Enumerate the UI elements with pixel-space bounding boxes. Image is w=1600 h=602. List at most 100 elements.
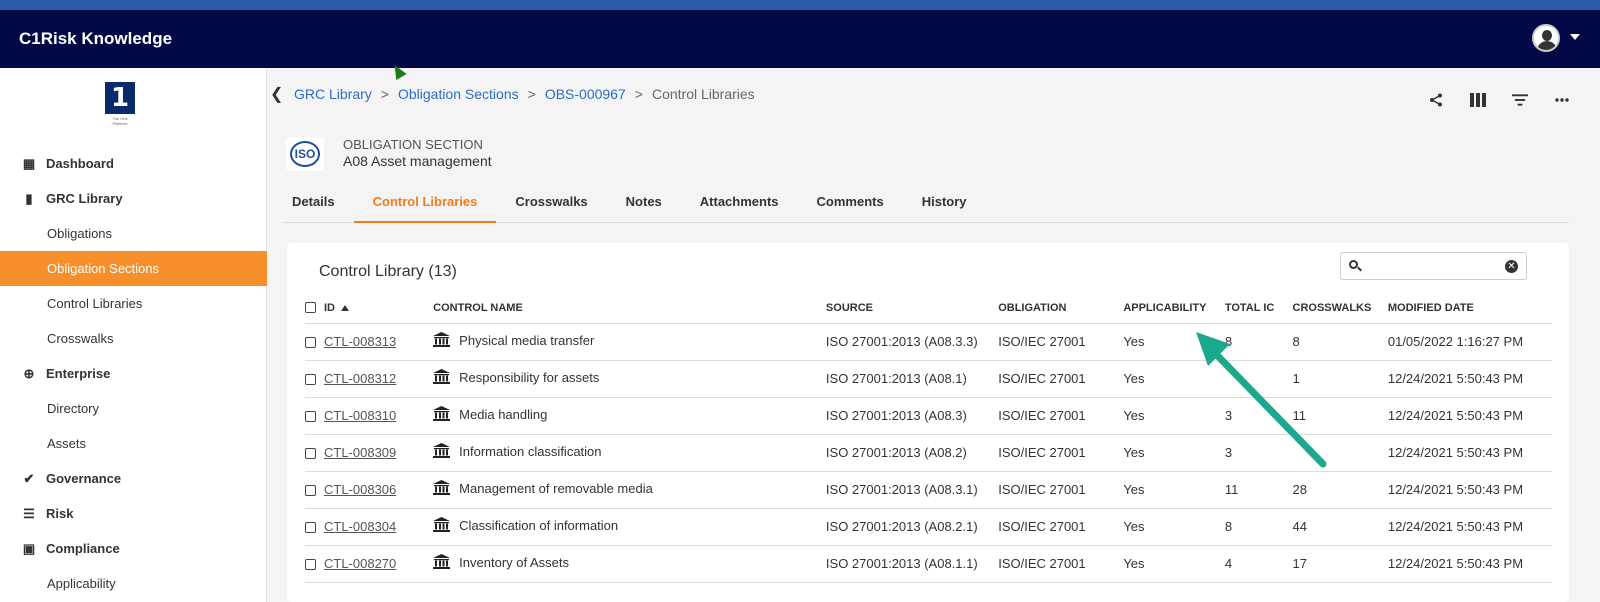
sidebar-item-label: Enterprise bbox=[46, 366, 111, 381]
sidebar-item-crosswalks[interactable]: Crosswalks bbox=[0, 321, 267, 356]
sidebar-item-grc-library[interactable]: ▮ GRC Library bbox=[0, 181, 267, 216]
table-cell: 12/24/2021 5:50:43 PM bbox=[1387, 360, 1552, 398]
control-id-link[interactable]: CTL-008270 bbox=[324, 556, 396, 571]
sidebar-item-obligation-sections[interactable]: Obligation Sections bbox=[0, 251, 267, 286]
sidebar-item-directory[interactable]: Directory bbox=[0, 391, 267, 426]
tab-details[interactable]: Details bbox=[282, 188, 354, 223]
control-id-link[interactable]: CTL-008310 bbox=[324, 408, 396, 423]
tab-history[interactable]: History bbox=[903, 188, 986, 223]
sidebar-item-dashboard[interactable]: ▦ Dashboard bbox=[0, 146, 267, 181]
table-cell: 11 bbox=[1292, 397, 1388, 435]
table-cell: 17 bbox=[1292, 545, 1388, 583]
filter-icon[interactable] bbox=[1512, 92, 1528, 108]
sidebar-item-label: Compliance bbox=[46, 541, 120, 556]
control-id-link[interactable]: CTL-008309 bbox=[324, 445, 396, 460]
breadcrumb-item[interactable]: GRC Library bbox=[294, 86, 372, 102]
table-row[interactable]: CTL-008312 Responsibility for assets ISO 2… bbox=[305, 360, 1552, 398]
breadcrumb-item[interactable]: OBS-000967 bbox=[545, 86, 626, 102]
columns-icon[interactable] bbox=[1470, 92, 1486, 108]
column-header-label: ID bbox=[324, 301, 335, 314]
cell-total-ic: 8 bbox=[1224, 519, 1233, 534]
control-name: Responsibility for assets bbox=[459, 369, 600, 385]
control-id-link[interactable]: CTL-008306 bbox=[324, 482, 396, 497]
row-checkbox[interactable] bbox=[305, 374, 316, 386]
control-id-link[interactable]: CTL-008313 bbox=[324, 334, 396, 349]
cell-obligation: ISO/IEC 27001 bbox=[998, 556, 1086, 571]
row-checkbox[interactable] bbox=[305, 448, 316, 460]
column-header[interactable]: TOTAL IC bbox=[1224, 293, 1293, 324]
table-cell: Management of removable media bbox=[433, 471, 826, 509]
avatar[interactable] bbox=[1532, 24, 1560, 52]
cell-applicability: Yes bbox=[1123, 371, 1145, 386]
control-id-link[interactable]: CTL-008304 bbox=[324, 519, 396, 534]
table-row[interactable]: CTL-008304 Classification of information I… bbox=[305, 508, 1552, 546]
back-chevron-icon[interactable]: ❮ bbox=[270, 84, 283, 103]
cell-obligation: ISO/IEC 27001 bbox=[998, 334, 1086, 349]
tab-attachments[interactable]: Attachments bbox=[681, 188, 798, 223]
row-checkbox[interactable] bbox=[305, 485, 316, 497]
tab-bar: Details Control Libraries Crosswalks Notes A… bbox=[282, 188, 1569, 223]
tab-control-libraries[interactable]: Control Libraries bbox=[353, 188, 497, 223]
table-cell: ISO 27001:2013 (A08.3.1) bbox=[825, 471, 999, 509]
tab-crosswalks[interactable]: Crosswalks bbox=[496, 188, 606, 223]
control-id-link[interactable]: CTL-008312 bbox=[324, 371, 396, 386]
sidebar-item-risk[interactable]: ☰ Risk bbox=[0, 496, 267, 531]
column-header[interactable]: APPLICABILITY bbox=[1123, 293, 1225, 324]
tab-comments[interactable]: Comments bbox=[798, 188, 903, 223]
table-cell: ISO/IEC 27001 bbox=[998, 508, 1124, 546]
table-cell: 12/24/2021 5:50:43 PM bbox=[1387, 434, 1552, 472]
more-icon[interactable] bbox=[1554, 92, 1570, 108]
table-row[interactable]: CTL-008270 Inventory of Assets ISO 27001:2… bbox=[305, 545, 1552, 583]
column-header[interactable]: OBLIGATION bbox=[998, 293, 1124, 324]
sidebar-nav: ▦ Dashboard ▮ GRC Library Obligations Obligat… bbox=[0, 146, 267, 601]
sidebar-item-governance[interactable]: ✔ Governance bbox=[0, 461, 267, 496]
sidebar-item-compliance[interactable]: ▣ Compliance bbox=[0, 531, 267, 566]
record-type: OBLIGATION SECTION bbox=[343, 137, 483, 152]
column-header[interactable]: ID bbox=[305, 293, 434, 324]
sort-ascending-icon[interactable] bbox=[341, 304, 349, 311]
sidebar-item-enterprise[interactable]: ⊕ Enterprise bbox=[0, 356, 267, 391]
share-icon[interactable] bbox=[1428, 92, 1444, 108]
sidebar-item-control-libraries[interactable]: Control Libraries bbox=[0, 286, 267, 321]
search-box: ✕ bbox=[1340, 252, 1527, 280]
top-stripe bbox=[0, 0, 1600, 10]
sidebar-item-label: Dashboard bbox=[46, 156, 114, 171]
table-cell bbox=[1224, 360, 1293, 398]
table-cell: 8 bbox=[1292, 323, 1388, 361]
column-header[interactable]: CROSSWALKS bbox=[1292, 293, 1388, 324]
row-checkbox[interactable] bbox=[305, 559, 316, 571]
row-checkbox[interactable] bbox=[305, 411, 316, 423]
table-row[interactable]: CTL-008309 Information classification ISO … bbox=[305, 434, 1552, 472]
cell-applicability: Yes bbox=[1123, 556, 1145, 571]
row-checkbox[interactable] bbox=[305, 522, 316, 534]
select-all-checkbox[interactable] bbox=[305, 302, 316, 314]
table-cell: Yes bbox=[1123, 434, 1225, 472]
cell-modified: 12/24/2021 5:50:43 PM bbox=[1387, 519, 1524, 534]
cell-crosswalks: 17 bbox=[1292, 556, 1307, 571]
chevron-down-icon[interactable] bbox=[1570, 34, 1580, 40]
dashboard-icon: ▦ bbox=[22, 155, 36, 171]
cell-applicability: Yes bbox=[1123, 334, 1145, 349]
column-header[interactable]: CONTROL NAME bbox=[433, 293, 826, 324]
column-header[interactable]: SOURCE bbox=[825, 293, 999, 324]
table-cell: CTL-008270 bbox=[305, 545, 434, 583]
breadcrumb-separator: > bbox=[634, 86, 643, 102]
sidebar-item-applicability[interactable]: Applicability bbox=[0, 566, 267, 601]
sidebar-item-assets[interactable]: Assets bbox=[0, 426, 267, 461]
cell-obligation: ISO/IEC 27001 bbox=[998, 482, 1086, 497]
cell-obligation: ISO/IEC 27001 bbox=[998, 519, 1086, 534]
cell-applicability: Yes bbox=[1123, 408, 1145, 423]
clear-icon[interactable]: ✕ bbox=[1505, 259, 1518, 273]
table-row[interactable]: CTL-008306 Management of removable media I… bbox=[305, 471, 1552, 509]
tab-notes[interactable]: Notes bbox=[607, 188, 681, 223]
table-row[interactable]: CTL-008310 Media handling ISO 27001:2013 (… bbox=[305, 397, 1552, 435]
breadcrumb-item[interactable]: Obligation Sections bbox=[398, 86, 519, 102]
table-cell: CTL-008309 bbox=[305, 434, 434, 472]
row-checkbox[interactable] bbox=[305, 337, 316, 349]
sidebar-item-obligations[interactable]: Obligations bbox=[0, 216, 267, 251]
search-input[interactable] bbox=[1367, 258, 1505, 274]
table-cell: ISO 27001:2013 (A08.2.1) bbox=[825, 508, 999, 546]
table-row[interactable]: CTL-008313 Physical media transfer ISO 270… bbox=[305, 323, 1552, 361]
column-header[interactable]: MODIFIED DATE bbox=[1387, 293, 1552, 324]
cell-modified: 01/05/2022 1:16:27 PM bbox=[1387, 334, 1524, 349]
